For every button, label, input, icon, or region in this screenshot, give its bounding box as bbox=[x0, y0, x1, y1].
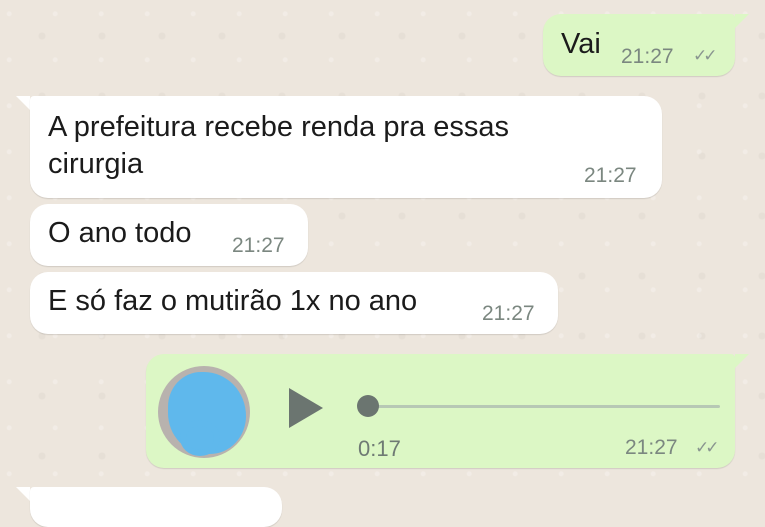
message-time: 21:27 bbox=[625, 436, 678, 459]
message-text: E só faz o mutirão 1x no ano bbox=[48, 285, 418, 317]
message-text: Vai bbox=[561, 28, 601, 60]
message-incoming[interactable]: O ano todo 21:27 bbox=[30, 204, 308, 266]
bubble-tail bbox=[16, 487, 30, 501]
bubble-tail bbox=[735, 354, 749, 368]
message-text: O ano todo bbox=[48, 217, 192, 249]
sender-avatar bbox=[158, 366, 250, 458]
message-time: 21:27 bbox=[621, 45, 674, 68]
bubble-tail bbox=[735, 14, 749, 28]
double-check-icon: ✓✓ bbox=[693, 46, 717, 65]
message-time: 21:27 bbox=[232, 234, 285, 257]
message-incoming[interactable]: E só faz o mutirão 1x no ano 21:27 bbox=[30, 272, 558, 334]
message-time: 21:27 bbox=[584, 164, 637, 187]
audio-progress-track[interactable] bbox=[368, 405, 720, 408]
message-outgoing[interactable]: Vai 21:27 ✓✓ bbox=[543, 14, 735, 76]
avatar-blur-overlay bbox=[180, 420, 220, 456]
voice-duration: 0:17 bbox=[358, 436, 401, 461]
voice-message-outgoing[interactable]: 0:17 21:27 ✓✓ bbox=[146, 354, 735, 468]
double-check-icon: ✓✓ bbox=[695, 438, 719, 457]
bubble-tail bbox=[16, 96, 30, 110]
message-text: A prefeitura recebe renda pra essas ciru… bbox=[48, 111, 510, 180]
audio-progress-knob[interactable] bbox=[357, 395, 379, 417]
message-time: 21:27 bbox=[482, 302, 535, 325]
message-incoming-partial[interactable] bbox=[30, 487, 282, 527]
message-incoming[interactable]: A prefeitura recebe renda pra essas ciru… bbox=[30, 96, 662, 198]
play-icon[interactable] bbox=[289, 388, 323, 428]
